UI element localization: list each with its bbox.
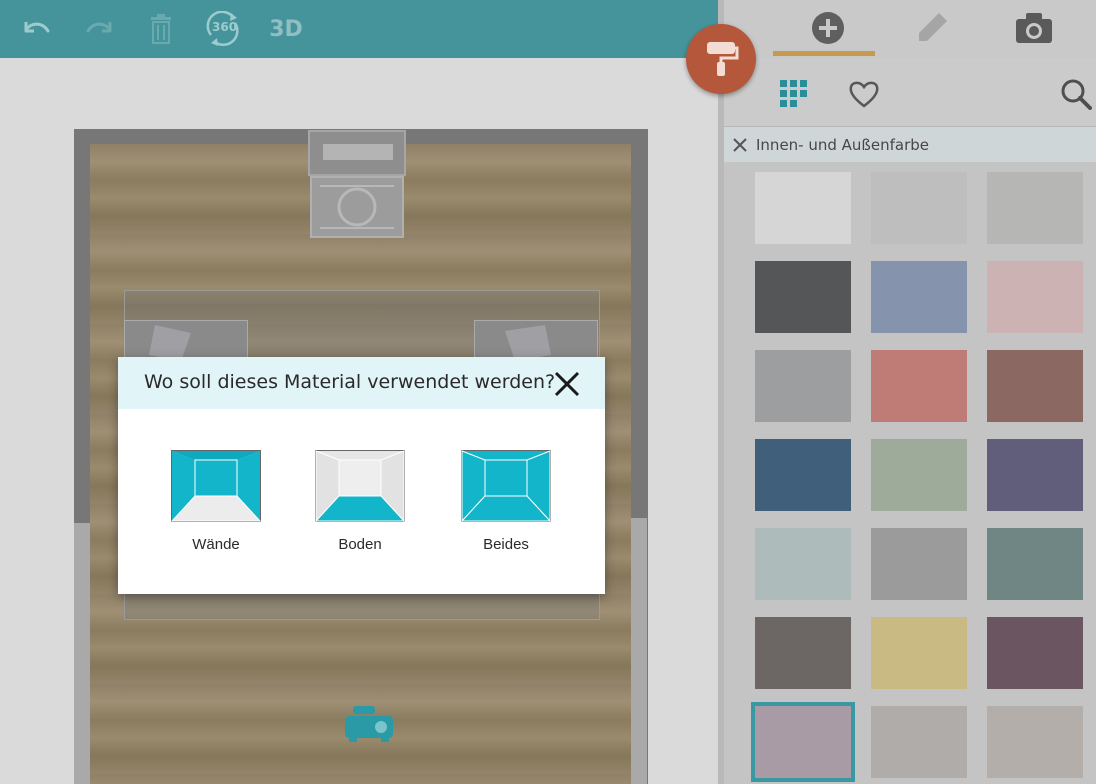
walls-and-floor-icon	[461, 450, 551, 522]
grid-view-button[interactable]	[776, 74, 816, 114]
close-icon	[554, 371, 580, 397]
color-swatch[interactable]	[871, 350, 967, 422]
grid-icon	[780, 80, 807, 107]
color-swatch[interactable]	[755, 528, 851, 600]
color-swatch[interactable]	[871, 706, 967, 778]
floor-icon	[315, 450, 405, 522]
undo-button[interactable]	[16, 9, 56, 49]
color-swatch[interactable]	[987, 528, 1083, 600]
option-walls[interactable]: Wände	[156, 450, 276, 560]
color-swatch[interactable]	[871, 261, 967, 333]
search-icon	[1061, 79, 1092, 110]
color-swatch[interactable]	[755, 439, 851, 511]
view-360-button[interactable]: 360	[203, 9, 243, 49]
active-filter: Innen- und Außenfarbe	[724, 126, 1096, 162]
option-walls-label: Wände	[192, 536, 240, 553]
tab-camera[interactable]	[1014, 8, 1054, 48]
color-swatch[interactable]	[987, 439, 1083, 511]
option-floor[interactable]: Boden	[300, 450, 420, 560]
redo-icon	[86, 22, 112, 33]
tab-edit[interactable]	[912, 8, 952, 48]
projector-icon	[345, 706, 393, 742]
color-swatch-grid	[724, 162, 1096, 784]
color-swatch[interactable]	[987, 350, 1083, 422]
redo-button[interactable]	[80, 9, 120, 49]
view-360-label: 360	[212, 20, 238, 34]
color-swatch[interactable]	[871, 439, 967, 511]
heart-icon	[849, 81, 879, 108]
option-floor-label: Boden	[338, 536, 382, 553]
paint-roller-icon	[707, 42, 739, 76]
color-swatch[interactable]	[871, 528, 967, 600]
color-swatch[interactable]	[755, 617, 851, 689]
fireplace-opening	[323, 144, 393, 160]
color-swatch[interactable]	[871, 617, 967, 689]
trash-icon	[151, 14, 171, 44]
color-swatch[interactable]	[755, 261, 851, 333]
tab-add[interactable]	[808, 8, 848, 48]
stove[interactable]	[310, 176, 404, 238]
color-swatch[interactable]	[987, 261, 1083, 333]
paint-roller-button[interactable]	[686, 24, 756, 94]
color-swatch[interactable]	[871, 172, 967, 244]
close-icon	[733, 137, 747, 152]
walls-icon	[171, 450, 261, 522]
color-swatch[interactable]	[987, 172, 1083, 244]
dialog-header: Wo soll dieses Material verwendet werden…	[118, 357, 605, 409]
material-panel: Innen- und Außenfarbe	[718, 0, 1096, 784]
stove-grate-icon	[320, 185, 394, 229]
pencil-icon	[919, 13, 947, 41]
top-toolbar: 360 3D	[0, 0, 718, 58]
undo-icon	[24, 22, 50, 33]
panel-tools	[724, 58, 1096, 126]
panel-tabs	[724, 0, 1096, 58]
wall-segment-left	[74, 523, 90, 784]
active-tab-indicator	[773, 51, 875, 56]
dialog-title: Wo soll dieses Material verwendet werden…	[144, 371, 556, 393]
view-3d-button[interactable]: 3D	[266, 9, 306, 49]
color-swatch[interactable]	[987, 617, 1083, 689]
remove-filter-button[interactable]	[724, 127, 756, 163]
search-button[interactable]	[1056, 74, 1096, 114]
option-both[interactable]: Beides	[446, 450, 566, 560]
option-both-label: Beides	[483, 536, 529, 553]
color-swatch[interactable]	[755, 172, 851, 244]
camera-icon	[1016, 13, 1052, 43]
projector[interactable]	[343, 704, 395, 742]
filter-label: Innen- und Außenfarbe	[756, 135, 929, 154]
color-swatch-selected[interactable]	[751, 702, 855, 782]
close-dialog-button[interactable]	[550, 367, 584, 401]
material-target-dialog: Wo soll dieses Material verwendet werden…	[118, 357, 605, 594]
favorites-button[interactable]	[844, 74, 884, 114]
plus-circle-icon	[812, 12, 844, 44]
color-swatch[interactable]	[755, 350, 851, 422]
delete-button[interactable]	[141, 9, 181, 49]
wall-segment-right	[631, 518, 647, 784]
color-swatch[interactable]	[987, 706, 1083, 778]
